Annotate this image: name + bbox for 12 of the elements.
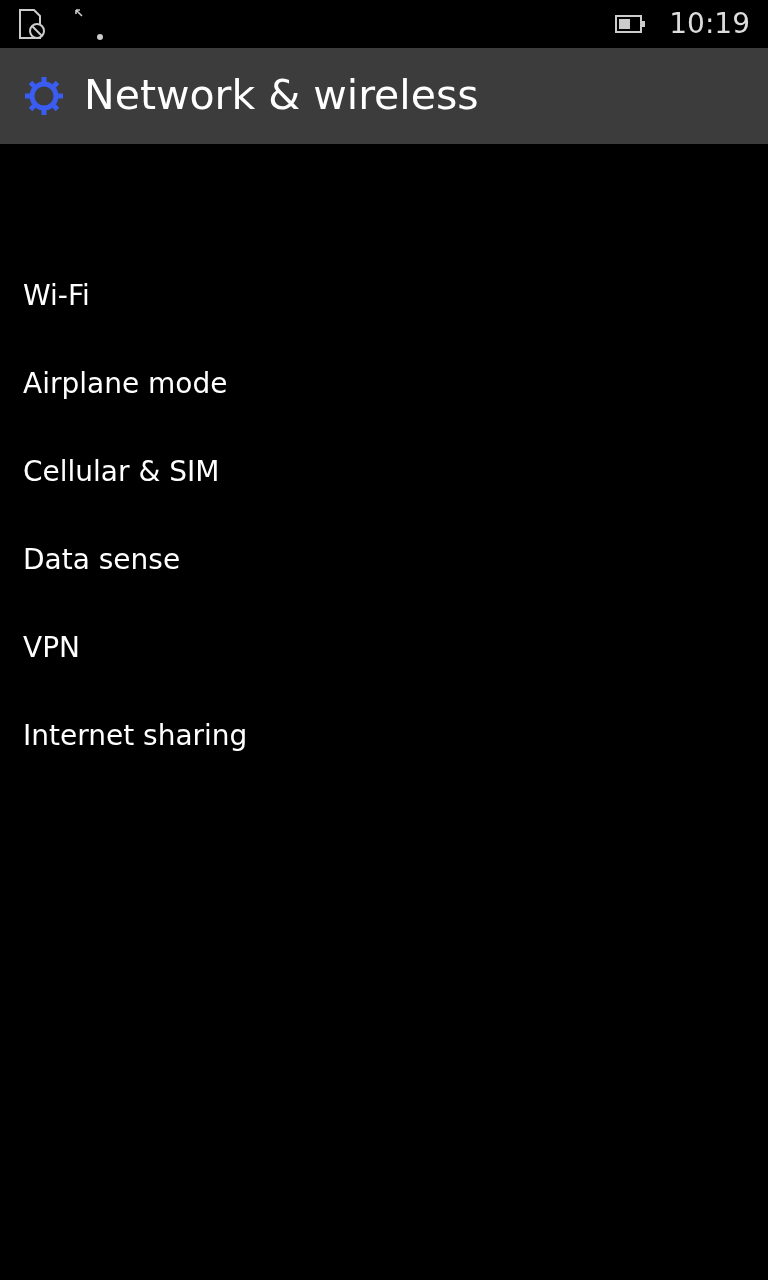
settings-item[interactable]: Internet sharing <box>0 692 768 780</box>
settings-item[interactable]: Airplane mode <box>0 340 768 428</box>
gear-icon <box>22 74 66 118</box>
settings-item[interactable]: VPN <box>0 604 768 692</box>
clock-time: 10:19 <box>669 6 750 42</box>
sim-blocked-icon <box>18 8 48 40</box>
settings-item[interactable]: Data sense <box>0 516 768 604</box>
settings-item[interactable]: Wi-Fi <box>0 252 768 340</box>
battery-icon <box>615 15 646 33</box>
data-connection-icon <box>72 6 106 42</box>
settings-item[interactable]: Cellular & SIM <box>0 428 768 516</box>
page-title: Network & wireless <box>84 70 479 122</box>
